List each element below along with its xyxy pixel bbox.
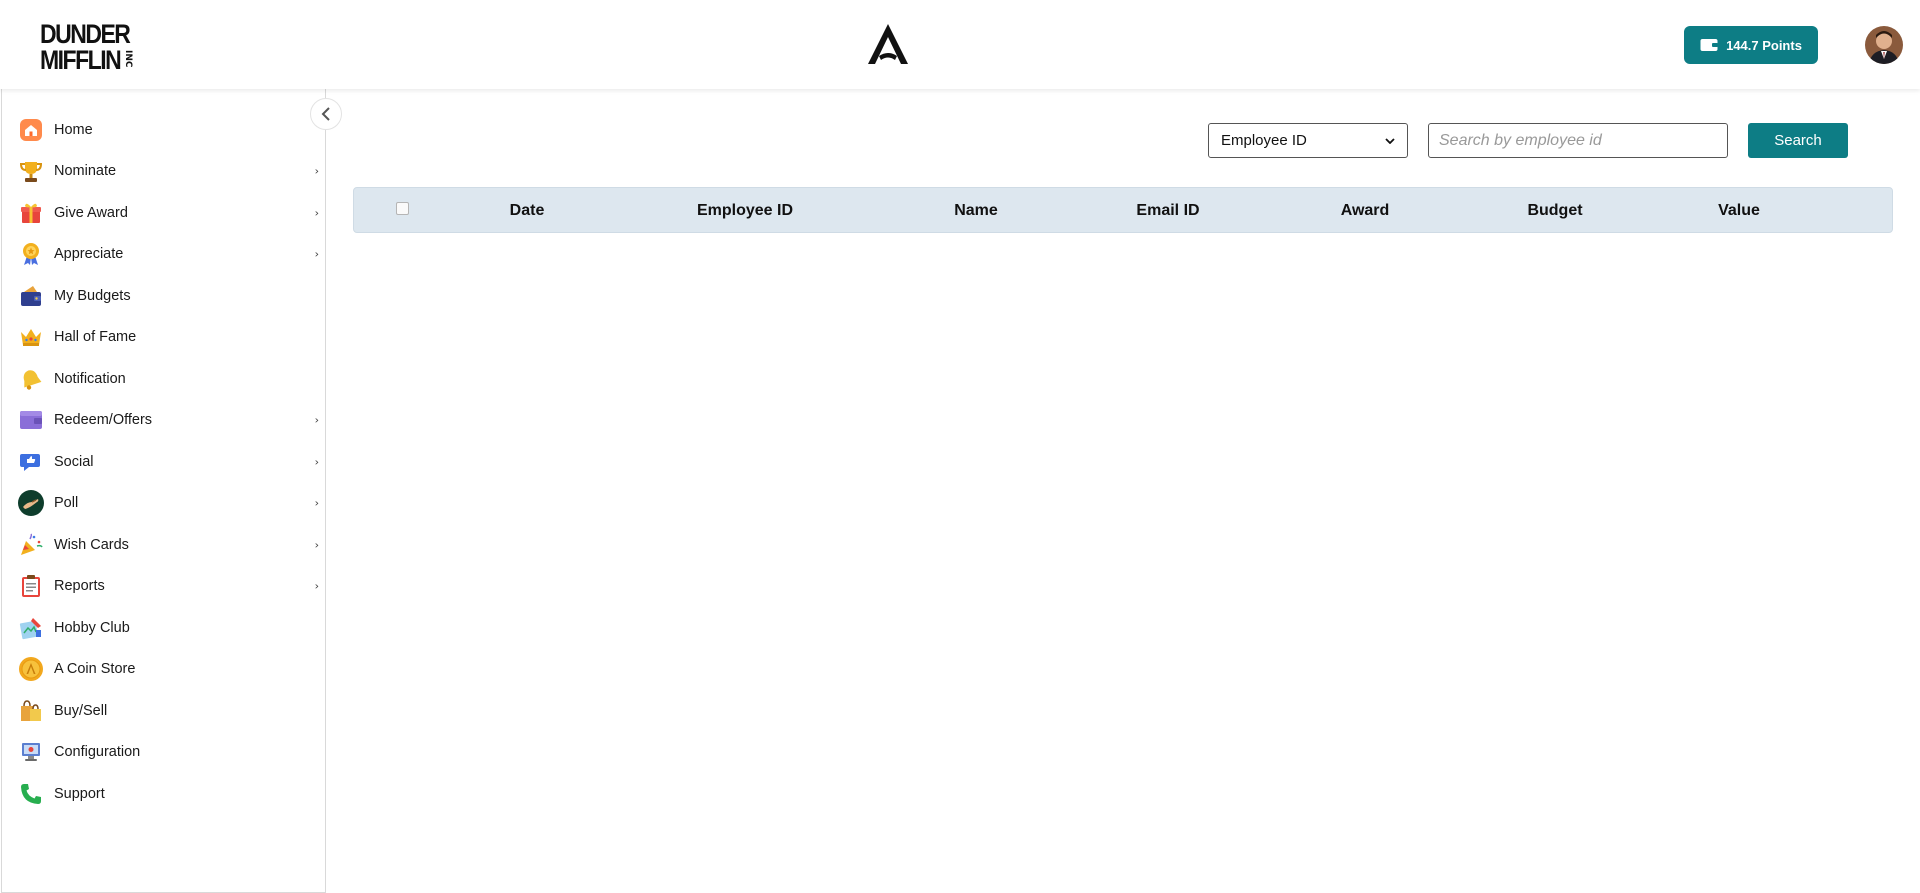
column-header-budget[interactable]: Budget xyxy=(1527,188,1582,234)
user-avatar[interactable] xyxy=(1865,26,1903,64)
select-all-checkbox[interactable] xyxy=(396,202,409,215)
top-header: DUNDER MIFFLIN INC 144.7 Points xyxy=(0,0,1920,89)
sidebar-item-label: Appreciate xyxy=(54,246,124,263)
chevron-right-icon: › xyxy=(314,206,319,220)
sidebar-collapse-button[interactable] xyxy=(310,98,342,130)
sidebar-item-label: Reports xyxy=(54,578,105,595)
sidebar-item-label: Wish Cards xyxy=(54,536,129,553)
dunder-mifflin-logo[interactable]: DUNDER MIFFLIN INC xyxy=(40,18,136,75)
gift-icon xyxy=(18,200,44,226)
sidebar-item-poll[interactable]: Poll › xyxy=(2,483,327,525)
redeem-wallet-icon xyxy=(18,407,44,433)
brand-a-logo-icon xyxy=(868,24,908,64)
sidebar-item-reports[interactable]: Reports › xyxy=(2,566,327,608)
wallet-icon xyxy=(1700,39,1719,51)
wallet-icon xyxy=(18,283,44,309)
column-header-award[interactable]: Award xyxy=(1341,188,1390,234)
sidebar-item-label: Home xyxy=(54,121,93,138)
trophy-icon xyxy=(18,158,44,184)
search-input[interactable] xyxy=(1428,123,1728,158)
chevron-right-icon: › xyxy=(314,579,319,593)
sidebar-item-social[interactable]: Social › xyxy=(2,441,327,483)
medal-icon xyxy=(18,241,44,267)
sidebar-item-wish-cards[interactable]: Wish Cards › xyxy=(2,524,327,566)
clipboard-icon xyxy=(18,573,44,599)
sidebar-item-label: Nominate xyxy=(54,163,117,180)
column-header-name[interactable]: Name xyxy=(954,188,998,234)
chevron-right-icon: › xyxy=(314,455,319,469)
sidebar-item-label: Give Award xyxy=(54,204,128,221)
chevron-left-icon xyxy=(321,107,330,121)
sidebar-item-hall-of-fame[interactable]: Hall of Fame xyxy=(2,317,327,359)
sidebar-item-label: My Budgets xyxy=(54,287,131,304)
column-header-value[interactable]: Value xyxy=(1718,188,1760,234)
phone-icon xyxy=(18,781,44,807)
chevron-right-icon: › xyxy=(314,538,319,552)
crown-icon xyxy=(18,324,44,350)
poll-icon xyxy=(18,490,44,517)
home-icon xyxy=(18,117,44,143)
logo-line-2: MIFFLIN xyxy=(40,44,122,75)
chevron-right-icon: › xyxy=(314,413,319,427)
points-balance-button[interactable]: 144.7 Points xyxy=(1684,26,1818,64)
palette-icon xyxy=(18,615,44,641)
sidebar-item-hobby-club[interactable]: Hobby Club xyxy=(2,607,327,649)
sidebar-item-label: Configuration xyxy=(54,744,141,761)
search-button[interactable]: Search xyxy=(1748,123,1848,158)
sidebar-item-label: Hobby Club xyxy=(54,619,130,636)
logo-suffix: INC xyxy=(123,50,133,68)
sidebar-item-label: Social xyxy=(54,453,94,470)
sidebar-item-nominate[interactable]: Nominate › xyxy=(2,151,327,193)
chevron-right-icon: › xyxy=(314,164,319,178)
sidebar-item-label: Notification xyxy=(54,370,126,387)
shopping-bags-icon xyxy=(18,698,44,724)
sidebar-nav: Home Nominate › Give Award › Appreciate … xyxy=(2,109,327,815)
sidebar-item-my-budgets[interactable]: My Budgets xyxy=(2,275,327,317)
sidebar-item-configuration[interactable]: Configuration xyxy=(2,732,327,774)
sidebar-item-label: Buy/Sell xyxy=(54,702,108,719)
user-portrait-icon xyxy=(1865,26,1903,64)
chevron-down-icon xyxy=(1385,137,1395,144)
sidebar-item-label: Poll xyxy=(54,495,79,512)
sidebar-item-home[interactable]: Home xyxy=(2,109,327,151)
bell-icon xyxy=(18,366,44,392)
column-header-date[interactable]: Date xyxy=(510,188,545,234)
search-filter-selected-value: Employee ID xyxy=(1221,132,1307,149)
sidebar-item-label: Redeem/Offers xyxy=(54,412,153,429)
computer-config-icon xyxy=(18,739,44,765)
chevron-right-icon: › xyxy=(314,496,319,510)
sidebar-item-label: A Coin Store xyxy=(54,661,136,678)
coin-icon xyxy=(18,656,44,682)
chevron-right-icon: › xyxy=(314,247,319,261)
sidebar-item-label: Hall of Fame xyxy=(54,329,137,346)
sidebar: Home Nominate › Give Award › Appreciate … xyxy=(1,89,326,893)
sidebar-item-appreciate[interactable]: Appreciate › xyxy=(2,234,327,276)
sidebar-item-buy-sell[interactable]: Buy/Sell xyxy=(2,690,327,732)
sidebar-item-notification[interactable]: Notification xyxy=(2,358,327,400)
sidebar-item-support[interactable]: Support xyxy=(2,773,327,815)
logo-line-1: DUNDER xyxy=(40,18,131,49)
sidebar-item-a-coin-store[interactable]: A Coin Store xyxy=(2,649,327,691)
column-header-email-id[interactable]: Email ID xyxy=(1136,188,1199,234)
sidebar-item-give-award[interactable]: Give Award › xyxy=(2,192,327,234)
sidebar-item-redeem-offers[interactable]: Redeem/Offers › xyxy=(2,400,327,442)
table-header-row: Date Employee ID Name Email ID Award Bud… xyxy=(353,187,1893,233)
sidebar-item-label: Support xyxy=(54,785,105,802)
party-popper-icon xyxy=(18,532,44,558)
column-header-employee-id[interactable]: Employee ID xyxy=(697,188,793,234)
social-chat-icon xyxy=(18,449,44,475)
search-filter-select[interactable]: Employee ID xyxy=(1208,123,1408,158)
points-label: 144.7 Points xyxy=(1726,37,1802,53)
